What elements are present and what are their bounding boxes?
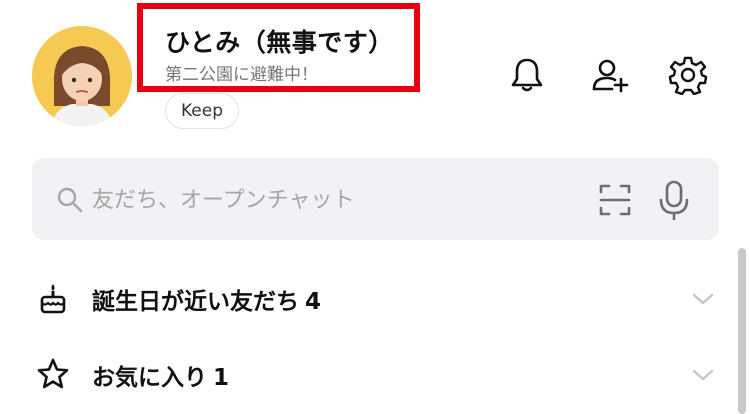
notifications-button[interactable] bbox=[505, 53, 549, 97]
gear-icon bbox=[668, 56, 708, 95]
star-icon bbox=[37, 358, 69, 389]
section-birthdays[interactable]: 誕生日が近い友だち 4 bbox=[0, 268, 750, 328]
chevron-down-icon[interactable] bbox=[690, 362, 716, 388]
avatar-illustration-icon bbox=[32, 26, 132, 126]
home-screen: ひとみ（無事です） 第二公園に避難中！ Keep 友だち、オープンチャット 誕生… bbox=[0, 0, 750, 414]
section-title: 誕生日が近い友だち bbox=[92, 289, 299, 315]
bell-icon bbox=[511, 58, 543, 92]
profile-name-highlight[interactable]: ひとみ（無事です） 第二公園に避難中！ bbox=[137, 3, 420, 92]
search-bar[interactable] bbox=[32, 158, 719, 240]
add-friend-icon bbox=[592, 59, 629, 93]
section-label: お気に入り 1 bbox=[92, 358, 229, 392]
keep-button[interactable]: Keep bbox=[165, 93, 240, 129]
keep-label: Keep bbox=[181, 101, 224, 121]
add-friend-button[interactable] bbox=[588, 53, 632, 97]
scrollbar[interactable] bbox=[738, 248, 746, 414]
profile-avatar[interactable] bbox=[32, 26, 132, 126]
section-label: 誕生日が近い友だち 4 bbox=[92, 282, 321, 316]
birthday-cake-icon bbox=[40, 284, 66, 314]
search-input[interactable] bbox=[90, 180, 594, 220]
microphone-icon[interactable] bbox=[654, 178, 694, 222]
section-title: お気に入り bbox=[92, 365, 207, 391]
search-icon bbox=[57, 187, 83, 213]
profile-name: ひとみ（無事です） bbox=[165, 28, 394, 57]
status-message: 第二公園に避難中！ bbox=[165, 65, 318, 85]
section-count: 4 bbox=[305, 289, 322, 315]
section-favorites[interactable]: お気に入り 1 bbox=[0, 344, 750, 404]
settings-button[interactable] bbox=[666, 53, 710, 97]
chevron-down-icon[interactable] bbox=[690, 286, 716, 312]
section-count: 1 bbox=[213, 365, 230, 391]
scan-icon[interactable] bbox=[595, 180, 635, 220]
